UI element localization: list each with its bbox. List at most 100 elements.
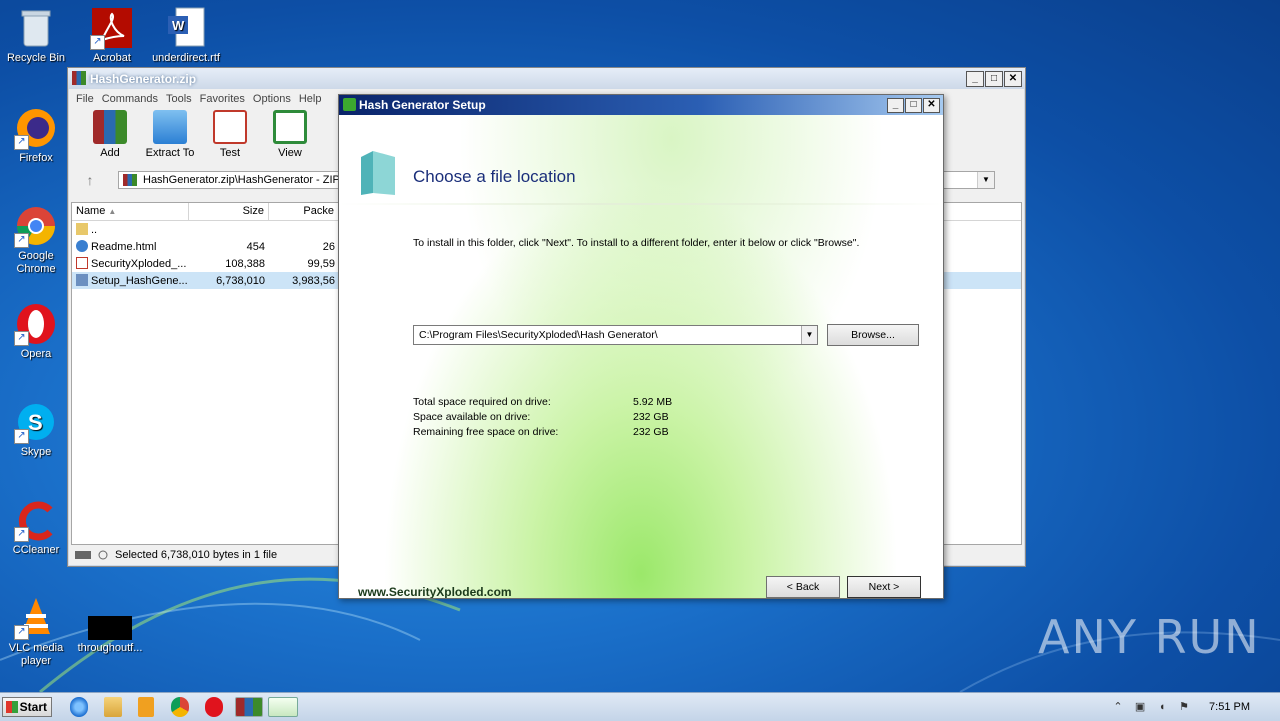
back-button[interactable]: < Back bbox=[766, 576, 840, 598]
book-icon bbox=[273, 110, 307, 144]
desktop-icon-skype[interactable]: S ↗ Skype bbox=[0, 400, 72, 459]
acrobat-icon: ↗ bbox=[90, 6, 134, 50]
setup-taskbar-icon[interactable] bbox=[268, 697, 298, 717]
desktop-icon-chrome[interactable]: ↗ Google Chrome bbox=[0, 204, 72, 276]
skype-icon: S ↗ bbox=[14, 400, 58, 444]
website-link[interactable]: www.SecurityXploded.com bbox=[358, 585, 512, 598]
system-tray: ⌃ ▣ ◖ ⚑ 7:51 PM bbox=[1103, 693, 1280, 721]
shortcut-arrow-icon: ↗ bbox=[14, 233, 29, 248]
desktop-icon-vlc[interactable]: ↗ VLC media player bbox=[0, 596, 72, 668]
svg-text:S: S bbox=[28, 410, 43, 435]
space-available-row: Space available on drive: 232 GB bbox=[413, 411, 669, 423]
divider bbox=[339, 203, 943, 205]
shortcut-arrow-icon: ↗ bbox=[90, 35, 105, 50]
word-document-icon: W bbox=[164, 6, 208, 50]
recycle-bin-icon bbox=[14, 6, 58, 50]
setup-app-icon bbox=[343, 98, 356, 111]
test-button[interactable]: Test bbox=[202, 108, 258, 168]
maximize-button[interactable]: □ bbox=[985, 71, 1003, 87]
menu-tools[interactable]: Tools bbox=[164, 93, 198, 105]
minimize-button[interactable]: _ bbox=[966, 71, 984, 87]
menu-commands[interactable]: Commands bbox=[100, 93, 164, 105]
extract-to-button[interactable]: Extract To bbox=[142, 108, 198, 168]
shortcut-arrow-icon: ↗ bbox=[14, 331, 29, 346]
status-text: Selected 6,738,010 bytes in 1 file bbox=[115, 549, 278, 561]
install-path-combo[interactable]: C:\Program Files\SecurityXploded\Hash Ge… bbox=[413, 325, 818, 345]
ccleaner-icon: ↗ bbox=[14, 498, 58, 542]
shortcut-arrow-icon: ↗ bbox=[14, 429, 29, 444]
winrar-titlebar[interactable]: HashGenerator.zip _ □ ✕ bbox=[68, 68, 1025, 89]
next-button[interactable]: Next > bbox=[847, 576, 921, 598]
ie-html-icon bbox=[76, 240, 88, 252]
column-packed[interactable]: Packe bbox=[269, 203, 339, 220]
explorer-taskbar-icon[interactable] bbox=[104, 697, 122, 717]
setup-exe-icon bbox=[76, 274, 88, 286]
clipboard-check-icon bbox=[213, 110, 247, 144]
setup-title: Hash Generator Setup bbox=[359, 98, 486, 112]
minimize-button[interactable]: _ bbox=[887, 98, 904, 113]
column-name[interactable]: Name ▲ bbox=[72, 203, 189, 220]
chrome-icon: ↗ bbox=[14, 204, 58, 248]
close-button[interactable]: ✕ bbox=[923, 98, 940, 113]
drive-icon bbox=[75, 550, 108, 560]
desktop-icon-acrobat[interactable]: ↗ Acrobat bbox=[76, 6, 148, 65]
network-icon[interactable]: ▣ bbox=[1133, 700, 1147, 714]
space-required-row: Total space required on drive: 5.92 MB bbox=[413, 396, 673, 408]
folder-icon bbox=[361, 151, 395, 195]
add-button[interactable]: Add bbox=[82, 108, 138, 168]
ie-taskbar-icon[interactable] bbox=[70, 697, 88, 717]
space-info: Total space required on drive: 5.92 MB Sp… bbox=[413, 395, 672, 440]
page-title: Choose a file location bbox=[413, 167, 576, 186]
shortcut-arrow-icon: ↗ bbox=[14, 135, 29, 150]
folder-up-icon bbox=[76, 223, 88, 235]
add-archive-icon bbox=[93, 110, 127, 144]
maximize-button[interactable]: □ bbox=[905, 98, 922, 113]
firefox-icon: ↗ bbox=[14, 106, 58, 150]
svg-text:W: W bbox=[172, 18, 185, 33]
start-button[interactable]: Start bbox=[2, 697, 52, 717]
desktop-icon-ccleaner[interactable]: ↗ CCleaner bbox=[0, 498, 72, 557]
setup-dialog: Hash Generator Setup _ □ ✕ Choose a file… bbox=[338, 94, 944, 599]
media-player-taskbar-icon[interactable] bbox=[138, 697, 154, 717]
instructions-text: To install in this folder, click "Next".… bbox=[413, 237, 860, 249]
windows-logo-icon bbox=[6, 701, 18, 713]
close-button[interactable]: ✕ bbox=[1004, 71, 1022, 87]
black-file-icon bbox=[88, 596, 132, 640]
browse-button[interactable]: Browse... bbox=[827, 324, 919, 346]
winrar-title: HashGenerator.zip bbox=[90, 72, 197, 86]
chevron-down-icon[interactable]: ▼ bbox=[801, 326, 817, 344]
opera-taskbar-icon[interactable] bbox=[205, 697, 223, 717]
menu-help[interactable]: Help bbox=[297, 93, 328, 105]
setup-body: Choose a file location To install in thi… bbox=[339, 115, 943, 598]
menu-options[interactable]: Options bbox=[251, 93, 297, 105]
winrar-icon bbox=[72, 71, 86, 85]
menu-file[interactable]: File bbox=[74, 93, 100, 105]
desktop-icon-recycle-bin[interactable]: Recycle Bin bbox=[0, 6, 72, 65]
desktop-icon-opera[interactable]: ↗ Opera bbox=[0, 302, 72, 361]
pdf-icon bbox=[76, 257, 88, 269]
space-remaining-row: Remaining free space on drive: 232 GB bbox=[413, 426, 669, 438]
up-arrow-icon[interactable]: ↑ bbox=[74, 172, 106, 188]
speaker-icon[interactable]: ◖ bbox=[1155, 700, 1169, 714]
desktop-icon-rtf[interactable]: W underdirect.rtf bbox=[150, 6, 222, 65]
setup-titlebar[interactable]: Hash Generator Setup _ □ ✕ bbox=[339, 95, 943, 115]
column-size[interactable]: Size bbox=[189, 203, 269, 220]
menu-favorites[interactable]: Favorites bbox=[198, 93, 251, 105]
vlc-icon: ↗ bbox=[14, 596, 58, 640]
clock[interactable]: 7:51 PM bbox=[1209, 701, 1250, 713]
chevron-up-icon[interactable]: ⌃ bbox=[1111, 700, 1125, 714]
anyrun-watermark: ANY RUN bbox=[1038, 610, 1261, 664]
sort-up-icon: ▲ bbox=[108, 207, 117, 216]
chevron-down-icon[interactable]: ▼ bbox=[977, 172, 994, 188]
winrar-taskbar-icon[interactable] bbox=[235, 697, 263, 717]
desktop-icon-throughout[interactable]: throughoutf... bbox=[74, 596, 146, 655]
desktop-icon-firefox[interactable]: ↗ Firefox bbox=[0, 106, 72, 165]
flag-icon[interactable]: ⚑ bbox=[1177, 700, 1191, 714]
chrome-taskbar-icon[interactable] bbox=[171, 697, 189, 717]
taskbar: Start ⌃ ▣ ◖ ⚑ 7:51 PM bbox=[0, 692, 1280, 721]
shortcut-arrow-icon: ↗ bbox=[14, 625, 29, 640]
shortcut-arrow-icon: ↗ bbox=[14, 527, 29, 542]
folder-icon bbox=[153, 110, 187, 144]
archive-icon bbox=[123, 174, 137, 186]
view-button[interactable]: View bbox=[262, 108, 318, 168]
